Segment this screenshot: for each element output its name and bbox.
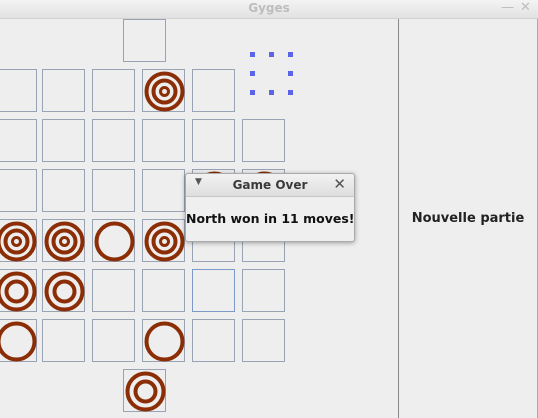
board-cell-r1c5[interactable] [242,119,285,162]
board-cell-r3c3[interactable] [142,219,185,262]
board-cell-r1c3[interactable] [142,119,185,162]
board-cell-r4c0[interactable] [0,269,37,312]
board-cell-r2c2[interactable] [92,169,135,212]
board-cell-r4c1[interactable] [42,269,85,312]
piece-outer-ring [94,221,135,262]
piece-level-3 [144,71,185,112]
board-cell-r1c1[interactable] [42,119,85,162]
board-cell-r5c2[interactable] [92,319,135,362]
board-cell-r0c1[interactable] [42,69,85,112]
selection-handle[interactable] [288,52,293,57]
board-cell-r0c2[interactable] [92,69,135,112]
goal-cell-north[interactable] [123,19,166,62]
board-cell-r1c4[interactable] [192,119,235,162]
piece-level-1 [144,321,185,362]
board-cell-r4c2[interactable] [92,269,135,312]
game-over-dialog: ▼ Game Over ✕ North won in 11 moves! [185,173,355,242]
piece-level-2 [125,371,166,412]
board-cell-r2c0[interactable] [0,169,37,212]
board-cell-r2c3[interactable] [142,169,185,212]
piece-middle-ring [151,228,178,255]
piece-level-1 [0,321,37,362]
piece-inner-ring [59,236,70,247]
dialog-close-icon[interactable]: ✕ [333,175,346,193]
board-cell-r3c1[interactable] [42,219,85,262]
selection-handle[interactable] [250,90,255,95]
board-cell-r3c2[interactable] [92,219,135,262]
piece-middle-ring [51,228,78,255]
board-cell-r0c3[interactable] [142,69,185,112]
board-cell-r4c5[interactable] [242,269,285,312]
piece-middle-ring [4,279,29,304]
board-cell-r4c4[interactable] [192,269,235,312]
selection-handle[interactable] [250,52,255,57]
selection-handle[interactable] [288,90,293,95]
window-titlebar: Gyges — ✕ [0,0,538,19]
piece-middle-ring [151,78,178,105]
dialog-title: Game Over [232,178,308,192]
board-cell-r5c1[interactable] [42,319,85,362]
piece-outer-ring [0,321,37,362]
piece-inner-ring [11,236,22,247]
board-cell-r5c0[interactable] [0,319,37,362]
piece-level-1 [94,221,135,262]
piece-level-2 [44,271,85,312]
piece-level-3 [0,221,37,262]
dialog-message: North won in 11 moves! [186,211,355,226]
piece-level-3 [44,221,85,262]
side-panel: Nouvelle partie [398,19,538,418]
selection-handle[interactable] [288,71,293,76]
piece-level-2 [0,271,37,312]
board-cell-r5c3[interactable] [142,319,185,362]
goal-cell-south[interactable] [123,369,166,412]
piece-outer-ring [125,371,166,412]
board-cell-r1c0[interactable] [0,119,37,162]
minimize-button[interactable]: — [501,0,514,16]
window-title: Gyges [248,1,290,15]
board-cell-r5c4[interactable] [192,319,235,362]
board-cell-r2c1[interactable] [42,169,85,212]
new-game-button[interactable]: Nouvelle partie [399,211,537,226]
piece-middle-ring [52,279,77,304]
board-cell-r0c0[interactable] [0,69,37,112]
board-cell-r0c4[interactable] [192,69,235,112]
dialog-titlebar: ▼ Game Over ✕ [186,174,354,197]
piece-middle-ring [133,379,158,404]
piece-outer-ring [144,321,185,362]
selection-handle[interactable] [250,71,255,76]
board-cell-r1c2[interactable] [92,119,135,162]
piece-middle-ring [3,228,30,255]
board-cell-r0c5[interactable] [242,69,285,112]
piece-level-3 [144,221,185,262]
board-cell-r5c5[interactable] [242,319,285,362]
board-cell-r4c3[interactable] [142,269,185,312]
board-cell-r3c0[interactable] [0,219,37,262]
close-window-button[interactable]: ✕ [520,0,531,16]
piece-inner-ring [159,236,170,247]
selection-handle[interactable] [269,90,274,95]
selection-handle[interactable] [269,52,274,57]
piece-outer-ring [44,271,85,312]
piece-inner-ring [159,86,170,97]
